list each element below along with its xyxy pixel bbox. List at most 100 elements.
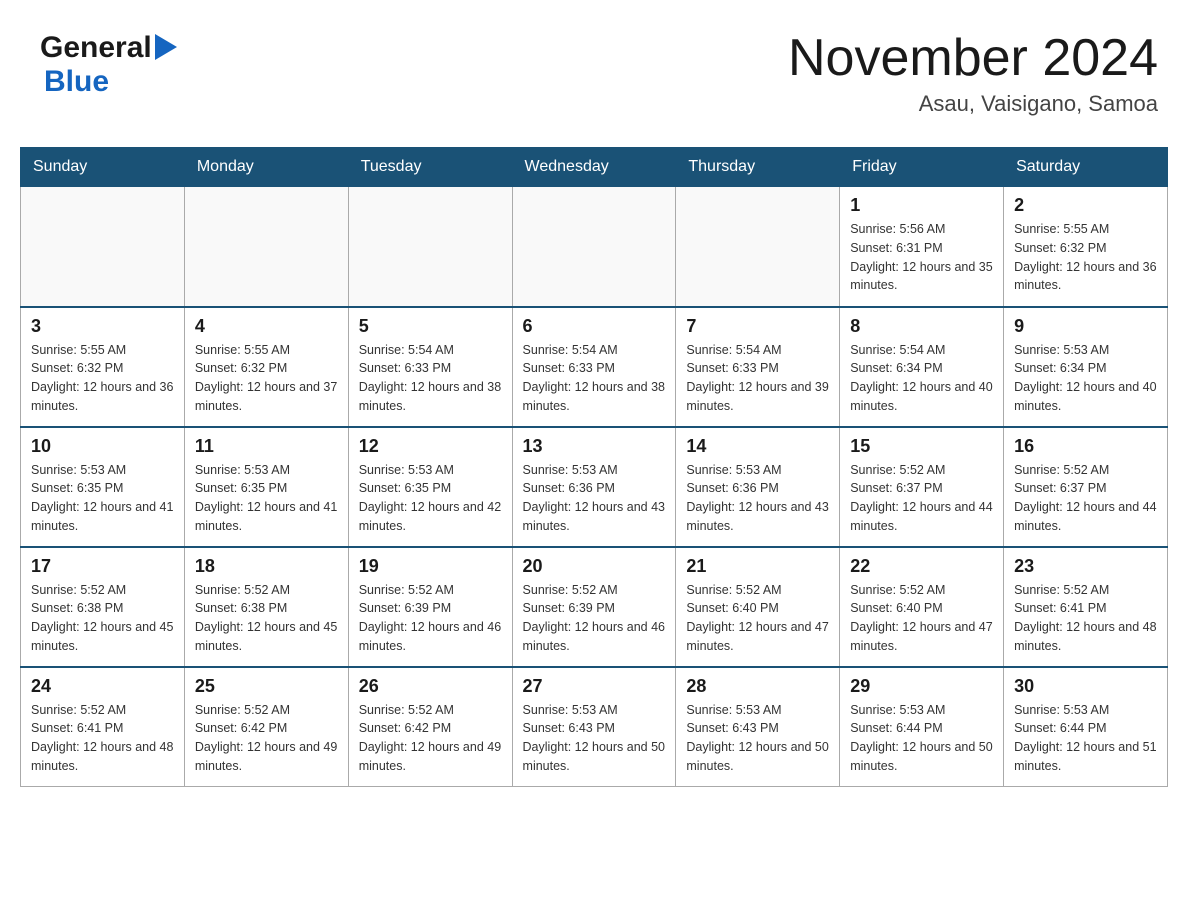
day-info: Sunrise: 5:52 AMSunset: 6:42 PMDaylight:…	[359, 701, 502, 776]
day-info: Sunrise: 5:52 AMSunset: 6:39 PMDaylight:…	[523, 581, 666, 656]
calendar-header-row: Sunday Monday Tuesday Wednesday Thursday…	[21, 148, 1168, 187]
table-row: 4 Sunrise: 5:55 AMSunset: 6:32 PMDaylight…	[184, 307, 348, 427]
table-row: 3 Sunrise: 5:55 AMSunset: 6:32 PMDaylight…	[21, 307, 185, 427]
table-row: 8Sunrise: 5:54 AMSunset: 6:34 PMDaylight…	[840, 307, 1004, 427]
day-number: 11	[195, 436, 338, 457]
table-row: 6Sunrise: 5:54 AMSunset: 6:33 PMDaylight…	[512, 307, 676, 427]
day-info: Sunrise: 5:52 AMSunset: 6:40 PMDaylight:…	[850, 581, 993, 656]
day-number: 15	[850, 436, 993, 457]
day-info: Sunrise: 5:52 AMSunset: 6:38 PMDaylight:…	[195, 581, 338, 656]
day-number: 17	[31, 556, 174, 577]
page-header: General Blue November 2024 Asau, Vaisiga…	[20, 20, 1168, 127]
day-number: 7	[686, 316, 829, 337]
day-number: 14	[686, 436, 829, 457]
day-number: 24	[31, 676, 174, 697]
table-row: 22Sunrise: 5:52 AMSunset: 6:40 PMDayligh…	[840, 547, 1004, 667]
col-monday: Monday	[184, 148, 348, 187]
day-info: Sunrise: 5:55 AMSunset: 6:32 PMDaylight:…	[1014, 220, 1157, 295]
table-row: 21 Sunrise: 5:52 AMSunset: 6:40 PMDayligh…	[676, 547, 840, 667]
day-number: 5	[359, 316, 502, 337]
col-friday: Friday	[840, 148, 1004, 187]
table-row: 23 Sunrise: 5:52 AMSunset: 6:41 PMDayligh…	[1004, 547, 1168, 667]
table-row: 27Sunrise: 5:53 AMSunset: 6:43 PMDayligh…	[512, 667, 676, 787]
day-info: Sunrise: 5:53 AMSunset: 6:44 PMDaylight:…	[850, 701, 993, 776]
table-row: 16Sunrise: 5:52 AMSunset: 6:37 PMDayligh…	[1004, 427, 1168, 547]
day-info: Sunrise: 5:53 AMSunset: 6:35 PMDaylight:…	[359, 461, 502, 536]
day-info: Sunrise: 5:53 AMSunset: 6:36 PMDaylight:…	[686, 461, 829, 536]
table-row: 2Sunrise: 5:55 AMSunset: 6:32 PMDaylight…	[1004, 187, 1168, 307]
day-number: 16	[1014, 436, 1157, 457]
table-row: 29 Sunrise: 5:53 AMSunset: 6:44 PMDayligh…	[840, 667, 1004, 787]
table-row: 18 Sunrise: 5:52 AMSunset: 6:38 PMDayligh…	[184, 547, 348, 667]
calendar-week-row: 24 Sunrise: 5:52 AMSunset: 6:41 PMDayligh…	[21, 667, 1168, 787]
calendar-week-row: 1 Sunrise: 5:56 AMSunset: 6:31 PMDaylight…	[21, 187, 1168, 307]
table-row	[184, 187, 348, 307]
calendar-location: Asau, Vaisigano, Samoa	[788, 91, 1158, 117]
table-row: 30Sunrise: 5:53 AMSunset: 6:44 PMDayligh…	[1004, 667, 1168, 787]
table-row	[348, 187, 512, 307]
day-info: Sunrise: 5:52 AMSunset: 6:38 PMDaylight:…	[31, 581, 174, 656]
col-sunday: Sunday	[21, 148, 185, 187]
day-number: 6	[523, 316, 666, 337]
day-info: Sunrise: 5:52 AMSunset: 6:42 PMDaylight:…	[195, 701, 338, 776]
day-number: 1	[850, 195, 993, 216]
calendar-week-row: 17 Sunrise: 5:52 AMSunset: 6:38 PMDayligh…	[21, 547, 1168, 667]
day-number: 13	[523, 436, 666, 457]
logo: General Blue	[40, 30, 177, 99]
table-row: 1 Sunrise: 5:56 AMSunset: 6:31 PMDaylight…	[840, 187, 1004, 307]
day-info: Sunrise: 5:54 AMSunset: 6:33 PMDaylight:…	[359, 341, 502, 416]
table-row: 13 Sunrise: 5:53 AMSunset: 6:36 PMDayligh…	[512, 427, 676, 547]
logo-blue-text: Blue	[44, 65, 109, 98]
col-tuesday: Tuesday	[348, 148, 512, 187]
day-number: 26	[359, 676, 502, 697]
day-info: Sunrise: 5:52 AMSunset: 6:40 PMDaylight:…	[686, 581, 829, 656]
day-number: 3	[31, 316, 174, 337]
table-row	[676, 187, 840, 307]
calendar-month-year: November 2024	[788, 30, 1158, 87]
table-row	[512, 187, 676, 307]
day-info: Sunrise: 5:53 AMSunset: 6:44 PMDaylight:…	[1014, 701, 1157, 776]
table-row: 11 Sunrise: 5:53 AMSunset: 6:35 PMDayligh…	[184, 427, 348, 547]
day-number: 20	[523, 556, 666, 577]
table-row: 5 Sunrise: 5:54 AMSunset: 6:33 PMDaylight…	[348, 307, 512, 427]
logo-triangle-icon	[155, 34, 177, 65]
table-row: 25 Sunrise: 5:52 AMSunset: 6:42 PMDayligh…	[184, 667, 348, 787]
day-number: 9	[1014, 316, 1157, 337]
calendar-week-row: 10Sunrise: 5:53 AMSunset: 6:35 PMDayligh…	[21, 427, 1168, 547]
day-info: Sunrise: 5:54 AMSunset: 6:33 PMDaylight:…	[686, 341, 829, 416]
day-number: 28	[686, 676, 829, 697]
day-info: Sunrise: 5:52 AMSunset: 6:41 PMDaylight:…	[1014, 581, 1157, 656]
table-row: 7 Sunrise: 5:54 AMSunset: 6:33 PMDaylight…	[676, 307, 840, 427]
day-number: 23	[1014, 556, 1157, 577]
calendar-table: Sunday Monday Tuesday Wednesday Thursday…	[20, 147, 1168, 787]
day-info: Sunrise: 5:52 AMSunset: 6:41 PMDaylight:…	[31, 701, 174, 776]
table-row: 24 Sunrise: 5:52 AMSunset: 6:41 PMDayligh…	[21, 667, 185, 787]
day-number: 19	[359, 556, 502, 577]
day-number: 4	[195, 316, 338, 337]
day-number: 8	[850, 316, 993, 337]
day-info: Sunrise: 5:53 AMSunset: 6:43 PMDaylight:…	[686, 701, 829, 776]
day-info: Sunrise: 5:53 AMSunset: 6:35 PMDaylight:…	[195, 461, 338, 536]
day-info: Sunrise: 5:56 AMSunset: 6:31 PMDaylight:…	[850, 220, 993, 295]
table-row: 20 Sunrise: 5:52 AMSunset: 6:39 PMDayligh…	[512, 547, 676, 667]
day-number: 21	[686, 556, 829, 577]
col-saturday: Saturday	[1004, 148, 1168, 187]
day-number: 18	[195, 556, 338, 577]
table-row: 15 Sunrise: 5:52 AMSunset: 6:37 PMDayligh…	[840, 427, 1004, 547]
day-info: Sunrise: 5:53 AMSunset: 6:36 PMDaylight:…	[523, 461, 666, 536]
calendar-title-block: November 2024 Asau, Vaisigano, Samoa	[788, 30, 1158, 117]
col-wednesday: Wednesday	[512, 148, 676, 187]
table-row: 14 Sunrise: 5:53 AMSunset: 6:36 PMDayligh…	[676, 427, 840, 547]
day-info: Sunrise: 5:53 AMSunset: 6:34 PMDaylight:…	[1014, 341, 1157, 416]
day-info: Sunrise: 5:55 AMSunset: 6:32 PMDaylight:…	[195, 341, 338, 416]
table-row: 9 Sunrise: 5:53 AMSunset: 6:34 PMDaylight…	[1004, 307, 1168, 427]
day-info: Sunrise: 5:52 AMSunset: 6:37 PMDaylight:…	[850, 461, 993, 536]
day-info: Sunrise: 5:53 AMSunset: 6:35 PMDaylight:…	[31, 461, 174, 536]
table-row: 10Sunrise: 5:53 AMSunset: 6:35 PMDayligh…	[21, 427, 185, 547]
col-thursday: Thursday	[676, 148, 840, 187]
table-row	[21, 187, 185, 307]
day-info: Sunrise: 5:55 AMSunset: 6:32 PMDaylight:…	[31, 341, 174, 416]
day-number: 29	[850, 676, 993, 697]
day-number: 25	[195, 676, 338, 697]
table-row: 26 Sunrise: 5:52 AMSunset: 6:42 PMDayligh…	[348, 667, 512, 787]
